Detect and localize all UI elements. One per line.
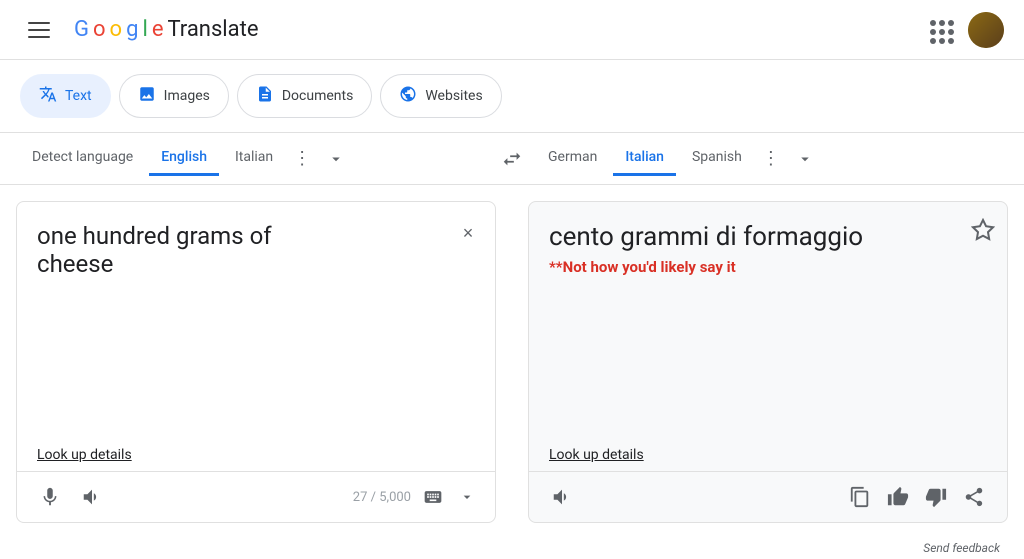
- source-input[interactable]: one hundred grams of cheese: [37, 222, 475, 312]
- grid-dot: [939, 20, 945, 26]
- target-language-selector: German Italian Spanish ⋮: [536, 141, 1004, 176]
- source-more-languages-btn[interactable]: [319, 142, 353, 176]
- tab-websites[interactable]: Websites: [380, 74, 501, 118]
- divider: ⋮: [289, 148, 315, 169]
- tab-text-label: Text: [65, 88, 92, 104]
- logo[interactable]: Google Translate: [74, 17, 258, 42]
- grid-dot: [948, 38, 954, 44]
- thumbs-up-button[interactable]: [881, 480, 915, 514]
- detect-language-btn[interactable]: Detect language: [20, 141, 145, 176]
- chevron-down-icon: [796, 150, 814, 168]
- logo-letter-l: l: [142, 17, 147, 42]
- tab-images-label: Images: [164, 88, 210, 104]
- target-more-languages-btn[interactable]: [788, 142, 822, 176]
- keyboard-dropdown-button[interactable]: [455, 485, 479, 509]
- target-italian-btn[interactable]: Italian: [613, 141, 676, 176]
- tab-websites-label: Websites: [425, 88, 482, 104]
- thumbs-up-icon: [887, 486, 909, 508]
- header-right: [928, 12, 1004, 48]
- divider: ⋮: [758, 148, 784, 169]
- clear-input-button[interactable]: ×: [453, 218, 483, 248]
- grid-dot: [930, 29, 936, 35]
- header: Google Translate: [0, 0, 1024, 60]
- speaker-icon: [551, 486, 573, 508]
- translation-note: **Not how you'd likely say it: [549, 258, 987, 276]
- source-panel-footer: 27 / 5,000: [17, 471, 495, 522]
- apps-button[interactable]: [928, 18, 952, 42]
- chevron-down-icon: [327, 150, 345, 168]
- copy-translation-button[interactable]: [843, 480, 877, 514]
- grid-dot: [948, 20, 954, 26]
- grid-dot: [939, 29, 945, 35]
- main-content: one hundred grams of cheese × Look up de…: [0, 185, 1024, 539]
- source-microphone-button[interactable]: [33, 480, 67, 514]
- source-language-selector: Detect language English Italian ⋮: [20, 141, 488, 176]
- target-spanish-btn[interactable]: Spanish: [680, 141, 754, 176]
- logo-product-name: Translate: [167, 17, 258, 42]
- source-italian-btn[interactable]: Italian: [223, 141, 285, 176]
- globe-icon: [399, 85, 417, 107]
- account-avatar[interactable]: [968, 12, 1004, 48]
- source-english-btn[interactable]: English: [149, 141, 219, 176]
- keyboard-icon: [423, 487, 443, 507]
- copy-icon: [849, 486, 871, 508]
- chevron-down-small-icon: [459, 489, 475, 505]
- logo-letter-g: G: [74, 17, 89, 42]
- grid-dot: [948, 29, 954, 35]
- target-speaker-button[interactable]: [545, 480, 579, 514]
- share-icon: [963, 486, 985, 508]
- menu-button[interactable]: [20, 14, 58, 46]
- grid-dot: [939, 38, 945, 44]
- target-text-area: cento grammi di formaggio **Not how you'…: [529, 202, 1007, 439]
- star-icon: [971, 218, 995, 242]
- tab-bar: Text Images Documents Websites: [0, 60, 1024, 133]
- source-lookup-link[interactable]: Look up details: [17, 439, 495, 471]
- target-panel-footer: [529, 471, 1007, 522]
- target-german-btn[interactable]: German: [536, 141, 609, 176]
- tab-documents-label: Documents: [282, 88, 353, 104]
- microphone-icon: [39, 486, 61, 508]
- language-bar: Detect language English Italian ⋮ German…: [0, 133, 1024, 185]
- avatar-image: [968, 12, 1004, 48]
- tab-text[interactable]: Text: [20, 74, 111, 118]
- save-translation-button[interactable]: [971, 218, 995, 248]
- translate-icon: [39, 85, 57, 107]
- speaker-icon: [81, 486, 103, 508]
- target-panel: cento grammi di formaggio **Not how you'…: [528, 201, 1008, 523]
- swap-languages-btn[interactable]: [488, 148, 536, 170]
- target-action-icons: [843, 480, 991, 514]
- char-count: 27 / 5,000: [353, 490, 411, 505]
- source-speaker-button[interactable]: [75, 480, 109, 514]
- logo-letter-o1: o: [93, 17, 106, 42]
- document-icon: [256, 85, 274, 107]
- send-feedback-link[interactable]: Send feedback: [0, 539, 1024, 559]
- thumbs-down-icon: [925, 486, 947, 508]
- source-panel: one hundred grams of cheese × Look up de…: [16, 201, 496, 523]
- image-icon: [138, 85, 156, 107]
- grid-dot: [930, 38, 936, 44]
- grid-dot: [930, 20, 936, 26]
- translation-output: cento grammi di formaggio: [549, 222, 987, 252]
- header-left: Google Translate: [20, 14, 258, 46]
- source-text-area: one hundred grams of cheese ×: [17, 202, 495, 439]
- share-translation-button[interactable]: [957, 480, 991, 514]
- logo-letter-o2: o: [110, 17, 123, 42]
- swap-icon: [501, 148, 523, 170]
- keyboard-button[interactable]: [419, 483, 447, 511]
- tab-documents[interactable]: Documents: [237, 74, 372, 118]
- target-lookup-link[interactable]: Look up details: [529, 439, 1007, 471]
- logo-letter-e: e: [152, 17, 164, 42]
- logo-letter-g2: g: [126, 17, 138, 42]
- tab-images[interactable]: Images: [119, 74, 229, 118]
- thumbs-down-button[interactable]: [919, 480, 953, 514]
